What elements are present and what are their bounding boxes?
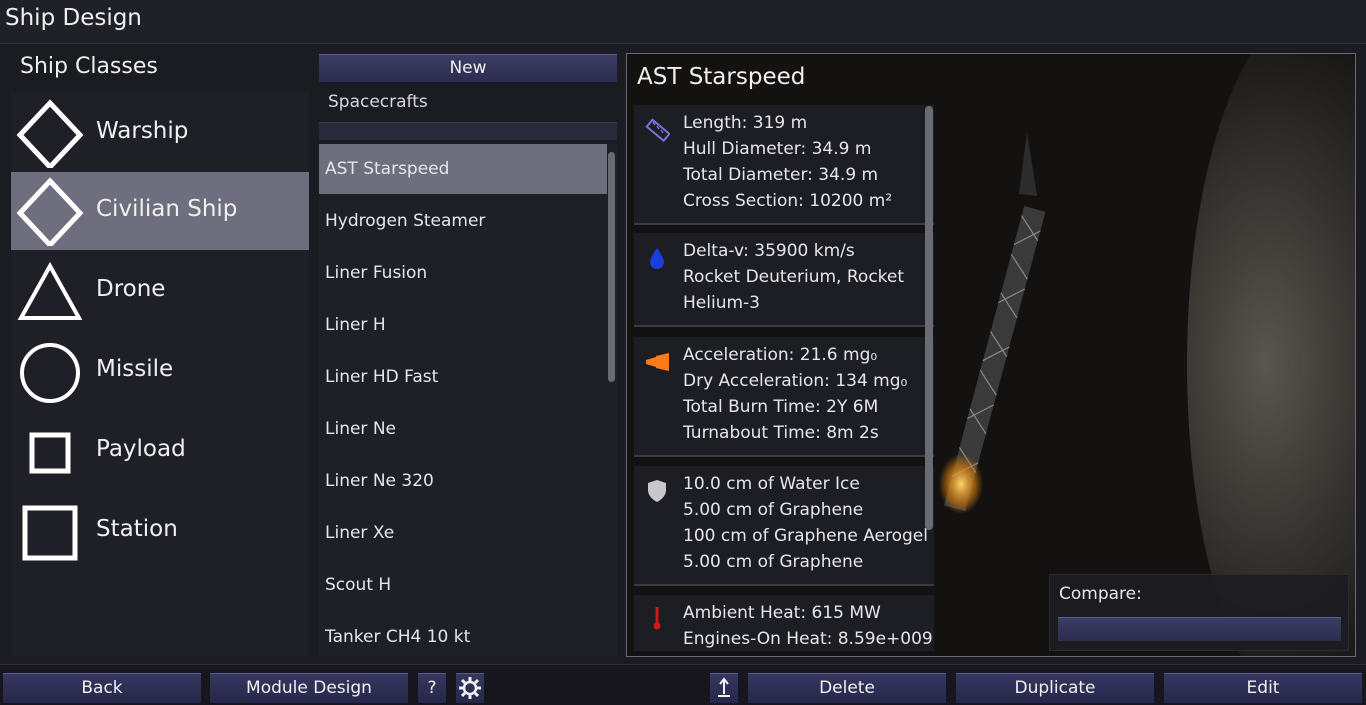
ship-stats: Length: 319 m Hull Diameter: 34.9 m Tota… bbox=[634, 105, 934, 651]
edit-button[interactable]: Edit bbox=[1164, 673, 1362, 703]
stat-line: Total Diameter: 34.9 m bbox=[683, 165, 879, 185]
class-label: Station bbox=[96, 516, 178, 542]
window-title: Ship Design bbox=[5, 5, 142, 31]
class-label: Warship bbox=[96, 118, 189, 144]
diamond-icon bbox=[16, 99, 84, 168]
export-button[interactable] bbox=[710, 673, 738, 703]
ruler-icon bbox=[645, 118, 670, 143]
diamond-icon bbox=[16, 177, 84, 246]
class-label: Drone bbox=[96, 276, 166, 302]
list-scrollbar[interactable] bbox=[608, 152, 615, 382]
class-item-payload[interactable]: Payload bbox=[11, 412, 309, 490]
spacecrafts-heading: Spacecrafts bbox=[328, 92, 428, 112]
settings-button[interactable] bbox=[456, 673, 484, 703]
stat-line: 100 cm of Graphene Aerogel bbox=[683, 526, 928, 546]
upload-icon bbox=[718, 677, 730, 697]
triangle-icon bbox=[17, 261, 83, 320]
stat-line: Helium-3 bbox=[683, 293, 760, 313]
stat-line: 5.00 cm of Graphene bbox=[683, 552, 864, 572]
stat-line: Acceleration: 21.6 mg₀ bbox=[683, 345, 878, 365]
stat-line: Dry Acceleration: 134 mg₀ bbox=[683, 371, 908, 391]
stat-line: Total Burn Time: 2Y 6M bbox=[683, 397, 879, 417]
list-item[interactable]: Liner Xe bbox=[319, 508, 607, 558]
list-item[interactable]: Liner HD Fast bbox=[319, 352, 607, 402]
title-bar: Ship Design bbox=[0, 0, 1366, 44]
list-item[interactable]: AST Starspeed bbox=[319, 144, 607, 194]
compare-dropdown[interactable] bbox=[1058, 617, 1341, 641]
stat-line: 10.0 cm of Water Ice bbox=[683, 474, 860, 494]
propulsion-card: Delta-v: 35900 km/s Rocket Deuterium, Ro… bbox=[634, 233, 934, 327]
stat-line: Cross Section: 10200 m² bbox=[683, 191, 893, 211]
list-item[interactable]: Scout H bbox=[319, 560, 607, 610]
delete-button[interactable]: Delete bbox=[748, 673, 946, 703]
small-square-icon bbox=[29, 432, 71, 474]
class-item-missile[interactable]: Missile bbox=[11, 332, 309, 410]
list-item[interactable]: Liner Ne bbox=[319, 404, 607, 454]
class-item-drone[interactable]: Drone bbox=[11, 252, 309, 330]
class-item-station[interactable]: Station bbox=[11, 492, 309, 570]
filter-field[interactable] bbox=[319, 122, 617, 140]
stat-line: Engines-On Heat: 8.59e+009 bbox=[683, 629, 933, 649]
circle-icon bbox=[20, 343, 80, 403]
ship-detail-panel: AST Starspeed Length: 319 m Hull Diamete… bbox=[626, 53, 1356, 657]
class-item-civilian-ship[interactable]: Civilian Ship bbox=[11, 172, 309, 250]
stat-line: Delta-v: 35900 km/s bbox=[683, 241, 855, 261]
planet-backdrop bbox=[1187, 54, 1355, 656]
class-item-warship[interactable]: Warship bbox=[11, 94, 309, 172]
stat-line: Turnabout Time: 8m 2s bbox=[683, 423, 879, 443]
stat-line: Hull Diameter: 34.9 m bbox=[683, 139, 872, 159]
ship-name: AST Starspeed bbox=[637, 64, 806, 90]
ship-model-image bbox=[939, 132, 1046, 514]
stat-line: Rocket Deuterium, Rocket bbox=[683, 267, 905, 287]
bottom-toolbar bbox=[0, 664, 1366, 705]
dimensions-card: Length: 319 m Hull Diameter: 34.9 m Tota… bbox=[634, 105, 934, 225]
stat-line: Length: 319 m bbox=[683, 113, 808, 133]
class-label: Missile bbox=[96, 356, 174, 382]
spacecraft-list: AST Starspeed Hydrogen Steamer Liner Fus… bbox=[319, 144, 617, 656]
new-button[interactable]: New bbox=[319, 54, 617, 82]
engine-thrust-icon bbox=[646, 353, 669, 371]
gear-icon bbox=[459, 677, 481, 699]
compare-panel: Compare: bbox=[1049, 574, 1349, 651]
list-item[interactable]: Liner H bbox=[319, 300, 607, 350]
armor-card: 10.0 cm of Water Ice 5.00 cm of Graphene… bbox=[634, 466, 934, 586]
heat-card: Ambient Heat: 615 MW Engines-On Heat: 8.… bbox=[634, 595, 934, 651]
ship-classes-heading: Ship Classes bbox=[20, 54, 158, 79]
compare-label: Compare: bbox=[1059, 584, 1142, 604]
thermometer-icon bbox=[653, 607, 661, 630]
module-design-button[interactable]: Module Design bbox=[210, 673, 408, 703]
list-item[interactable]: Liner Fusion bbox=[319, 248, 607, 298]
list-item[interactable]: Hydrogen Steamer bbox=[319, 196, 607, 246]
ship-classes-list: Warship Civilian Ship Drone Missile Payl… bbox=[11, 92, 309, 656]
list-item[interactable]: Tanker CH4 10 kt bbox=[319, 612, 607, 656]
stat-line: Ambient Heat: 615 MW bbox=[683, 603, 881, 623]
acceleration-card: Acceleration: 21.6 mg₀ Dry Acceleration:… bbox=[634, 337, 934, 457]
square-icon bbox=[22, 505, 78, 561]
fuel-drop-icon bbox=[650, 248, 664, 269]
back-button[interactable]: Back bbox=[3, 673, 201, 703]
stat-line: 5.00 cm of Graphene bbox=[683, 500, 864, 520]
shield-icon bbox=[648, 480, 666, 502]
list-item[interactable]: Liner Ne 320 bbox=[319, 456, 607, 506]
duplicate-button[interactable]: Duplicate bbox=[956, 673, 1154, 703]
help-button[interactable]: ? bbox=[418, 673, 446, 703]
class-label: Payload bbox=[96, 436, 186, 462]
class-label: Civilian Ship bbox=[96, 196, 238, 222]
